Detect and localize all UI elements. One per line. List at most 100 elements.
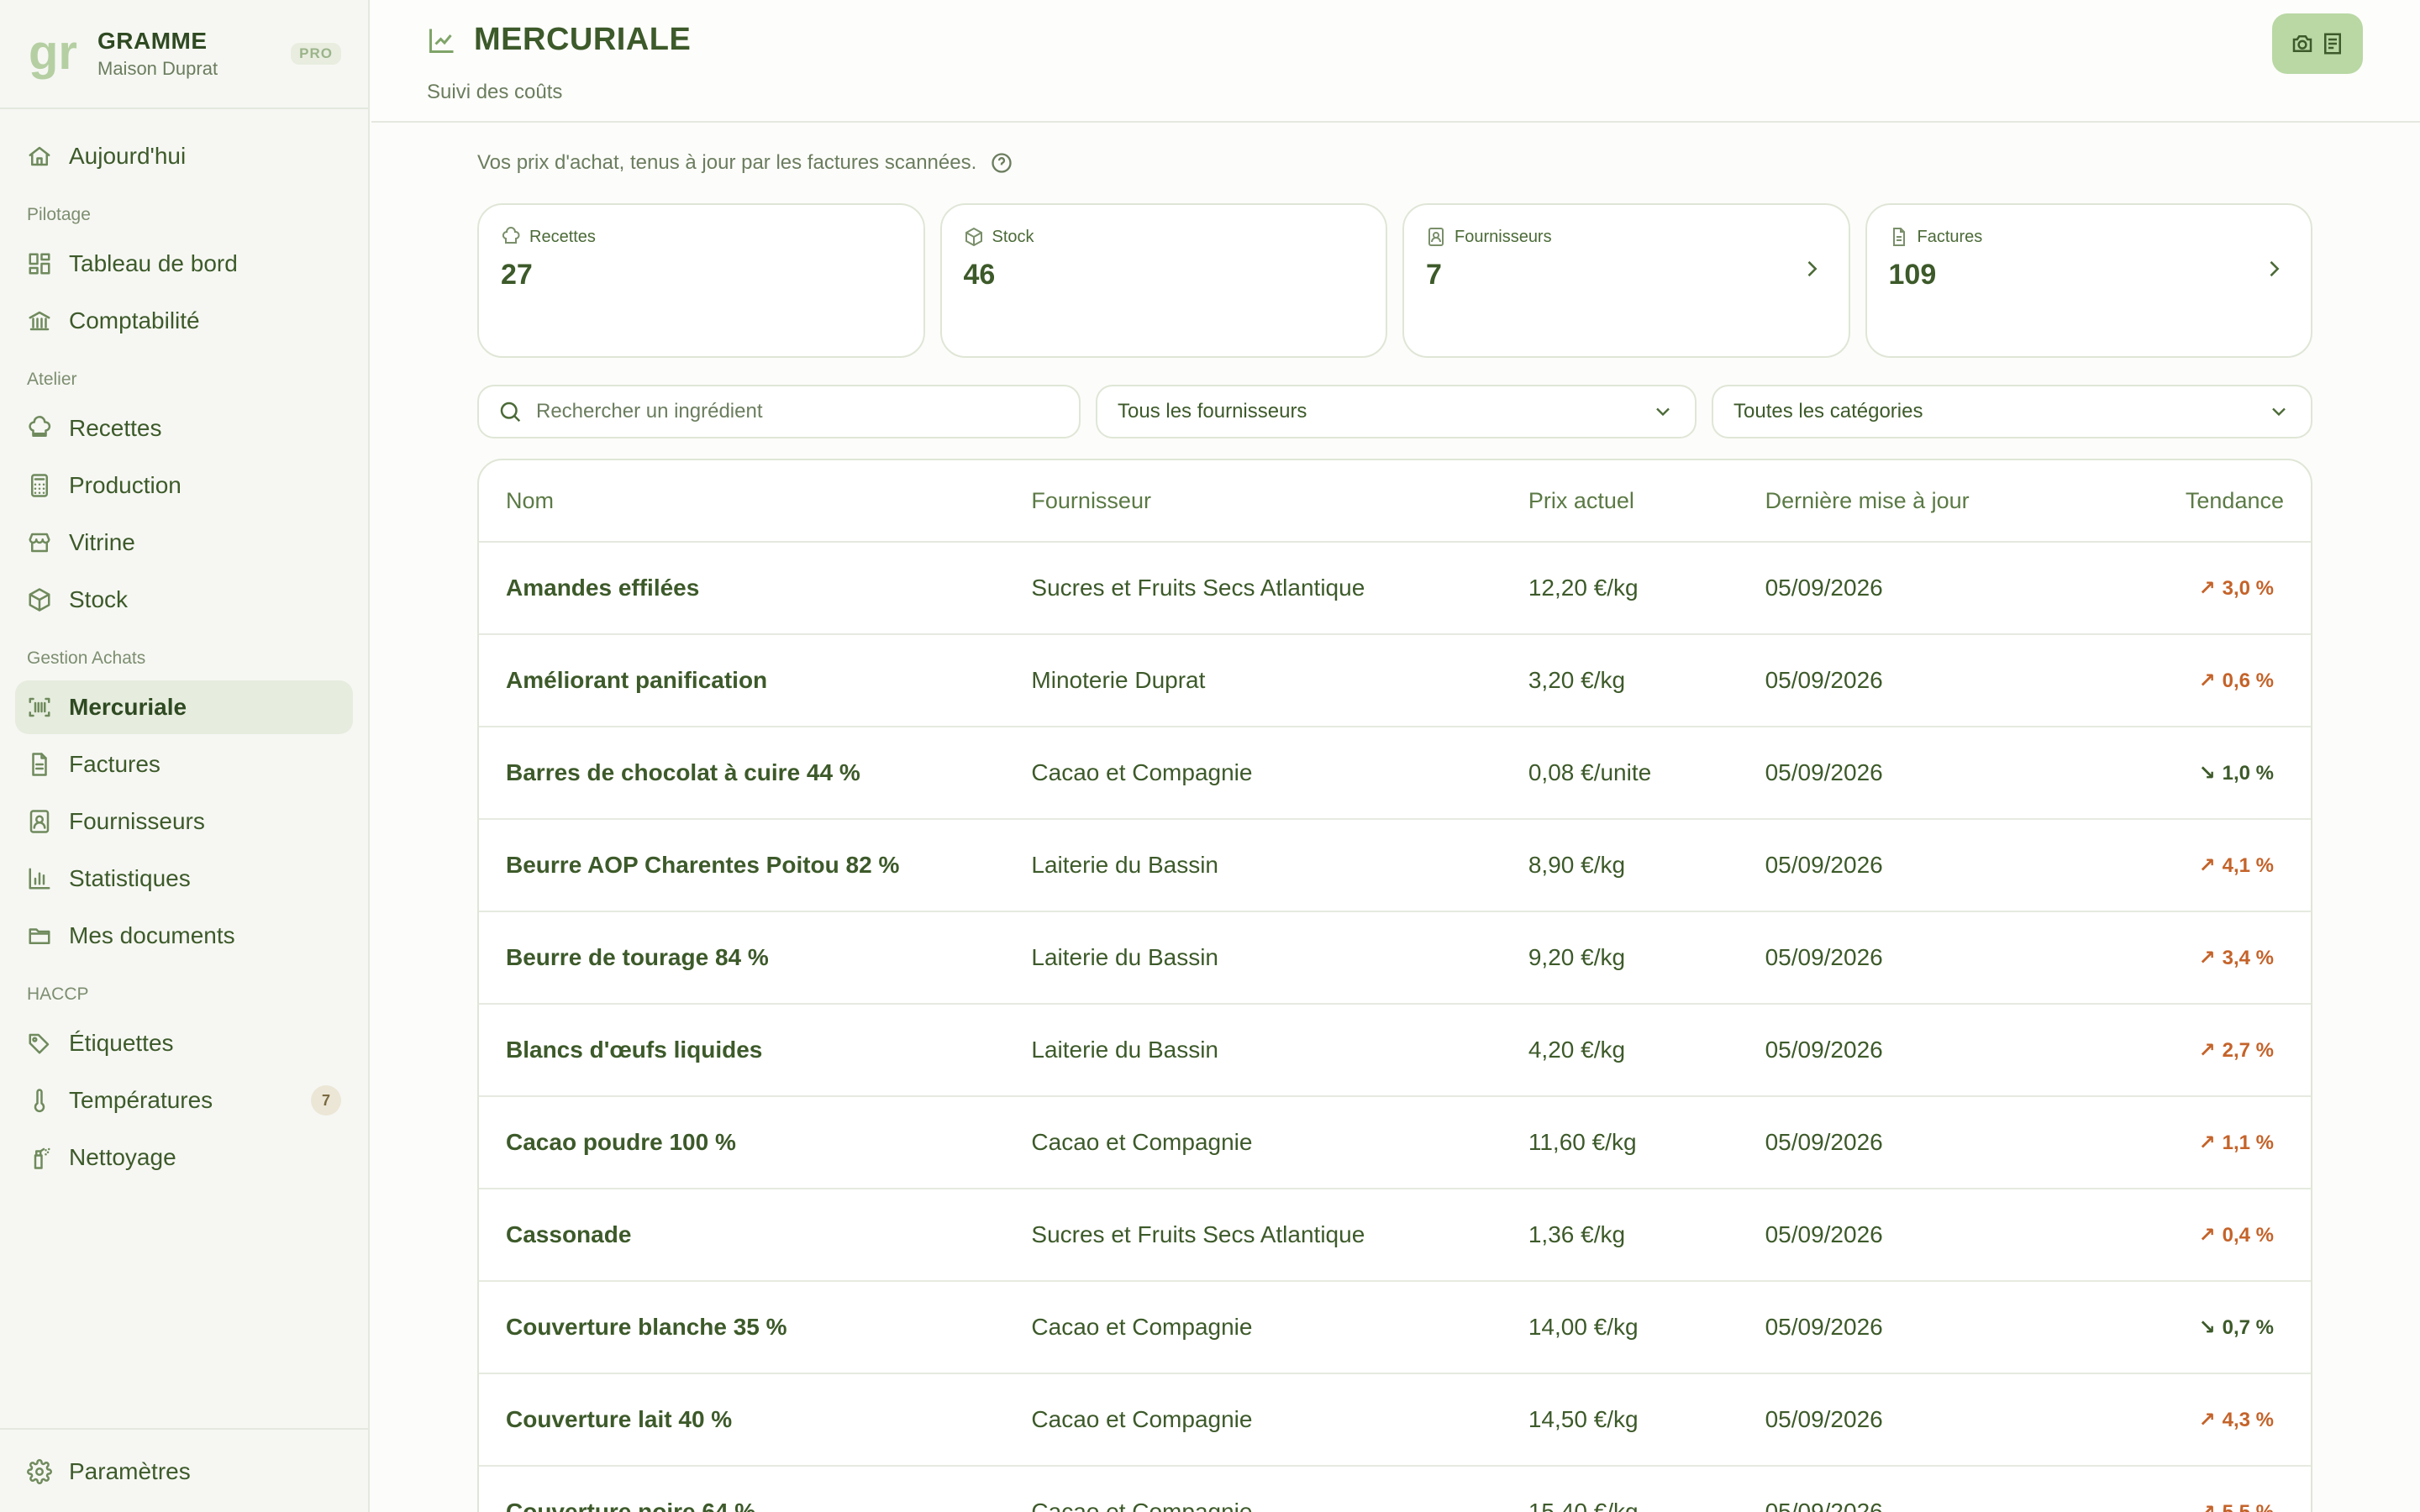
table-row[interactable]: Blancs d'œufs liquides Laiterie du Bassin… [479, 1005, 2311, 1097]
scan-invoice-button[interactable] [2272, 13, 2363, 74]
ingredient-name: Couverture noire 64 % [506, 1499, 756, 1512]
store-icon [29, 533, 50, 553]
column-header-price[interactable]: Prix actuel [1528, 488, 1765, 514]
nav-item-accounting[interactable]: Comptabilité [15, 294, 353, 348]
card-value: 109 [1888, 259, 1937, 291]
nav-label: Paramètres [69, 1458, 191, 1484]
bank-icon [29, 311, 50, 331]
nav-label: Factures [69, 751, 160, 777]
supplier-select[interactable]: Tous les fournisseurs [1096, 385, 1697, 438]
page-subtitle: Suivi des coûts [427, 81, 563, 103]
table-row[interactable]: Couverture noire 64 % Cacao et Compagnie 1… [479, 1467, 2311, 1512]
chevron-down-icon [1656, 407, 1670, 417]
table-row[interactable]: Barres de chocolat à cuire 44 % Cacao et … [479, 727, 2311, 820]
current-price: 14,00 €/kg [1528, 1314, 1639, 1340]
column-header-trend[interactable]: Tendance [2101, 488, 2311, 514]
nav-item-recipes[interactable]: Recettes [15, 402, 353, 455]
nav-item-showcase[interactable]: Vitrine [15, 516, 353, 570]
table-row[interactable]: Amandes effilées Sucres et Fruits Secs At… [479, 543, 2311, 635]
table-row[interactable]: Cacao poudre 100 % Cacao et Compagnie 11,6… [479, 1097, 2311, 1189]
spray-icon [34, 1147, 50, 1169]
table-row[interactable]: Beurre de tourage 84 % Laiterie du Bassin… [479, 912, 2311, 1005]
nav-item-cleaning[interactable]: Nettoyage [15, 1131, 353, 1184]
nav-item-statistics[interactable]: Statistiques [15, 852, 353, 906]
nav-label: Fournisseurs [69, 808, 205, 834]
supplier-name: Laiterie du Bassin [1031, 1037, 1218, 1063]
nav-item-today[interactable]: Aujourd'hui [15, 129, 353, 183]
nav-section-atelier: Atelier [27, 370, 77, 389]
current-price: 15,40 €/kg [1528, 1499, 1639, 1512]
nav-item-dashboard[interactable]: Tableau de bord [15, 237, 353, 291]
category-select[interactable]: Toutes les catégories [1712, 385, 2312, 438]
table-row[interactable]: Cassonade Sucres et Fruits Secs Atlantiqu… [479, 1189, 2311, 1282]
arrow-down-right-icon: ↘ [2198, 761, 2216, 785]
trend-cell: ↗ 4,1 % [2101, 853, 2311, 878]
trend-value: 3,0 % [2222, 576, 2274, 600]
nav-item-mercuriale[interactable]: Mercuriale [15, 680, 353, 734]
column-header-name[interactable]: Nom [479, 488, 1031, 514]
nav-item-temperatures[interactable]: Températures 7 [15, 1074, 353, 1127]
nav-section-haccp: HACCP [27, 984, 89, 1004]
plan-badge: PRO [291, 43, 341, 65]
nav-item-invoices[interactable]: Factures [15, 738, 353, 791]
nav-section-achats: Gestion Achats [27, 648, 146, 668]
help-icon[interactable] [990, 151, 1013, 175]
svg-text:gr: gr [29, 27, 77, 80]
table-row[interactable]: Beurre AOP Charentes Poitou 82 % Laiterie… [479, 820, 2311, 912]
nav-item-labels[interactable]: Étiquettes [15, 1016, 353, 1070]
nav-label: Étiquettes [69, 1030, 174, 1056]
table-row[interactable]: Couverture lait 40 % Cacao et Compagnie 14… [479, 1374, 2311, 1467]
column-header-supplier[interactable]: Fournisseur [1031, 488, 1528, 514]
nav-label: Tableau de bord [69, 250, 238, 276]
nav-item-production[interactable]: Production [15, 459, 353, 512]
nav-item-suppliers[interactable]: Fournisseurs [15, 795, 353, 848]
nav-item-settings[interactable]: Paramètres [15, 1445, 353, 1499]
brand-logo: gr [29, 27, 77, 80]
nav-label: Comptabilité [69, 307, 200, 333]
prices-table: Nom Fournisseur Prix actuel Dernière mis… [477, 459, 2312, 1512]
current-price: 11,60 €/kg [1528, 1129, 1637, 1155]
supplier-name: Sucres et Fruits Secs Atlantique [1031, 575, 1365, 601]
category-select-value: Toutes les catégories [1733, 400, 1923, 423]
trend-value: 5,5 % [2222, 1500, 2274, 1512]
nav-item-documents[interactable]: Mes documents [15, 909, 353, 963]
table-header: Nom Fournisseur Prix actuel Dernière mis… [479, 460, 2311, 543]
ingredient-name: Barres de chocolat à cuire 44 % [506, 759, 860, 785]
ingredient-name: Améliorant panification [506, 667, 768, 693]
current-price: 8,90 €/kg [1528, 852, 1626, 878]
card-stock[interactable]: Stock 46 [939, 203, 1387, 358]
dashboard-icon [29, 253, 50, 275]
last-update-date: 05/09/2026 [1765, 944, 1883, 970]
search-input[interactable] [536, 400, 1060, 423]
card-value: 46 [963, 259, 996, 291]
brand-name: GRAMME [97, 28, 208, 54]
document-icon [1892, 228, 1905, 246]
camera-icon [2292, 35, 2312, 52]
page-header: MERCURIALE Suivi des coûts [371, 0, 2420, 123]
nav-label: Mercuriale [69, 694, 187, 720]
sidebar-footer: Paramètres [0, 1428, 368, 1512]
nav-label: Nettoyage [69, 1144, 176, 1170]
thermometer-icon [34, 1089, 45, 1113]
column-header-date[interactable]: Dernière mise à jour [1765, 488, 2102, 514]
ingredient-name: Blancs d'œufs liquides [506, 1037, 763, 1063]
current-price: 1,36 €/kg [1528, 1221, 1626, 1247]
trend-value: 0,6 % [2222, 669, 2274, 692]
card-recipes[interactable]: Recettes 27 [477, 203, 925, 358]
temperatures-count-badge: 7 [311, 1085, 341, 1116]
trend-cell: ↗ 0,6 % [2101, 669, 2311, 693]
nav-label: Statistiques [69, 865, 191, 891]
search-box [477, 385, 1081, 438]
arrow-up-right-icon: ↗ [2198, 853, 2216, 877]
card-invoices[interactable]: Factures 109 [1865, 203, 2312, 358]
table-row[interactable]: Améliorant panification Minoterie Duprat 3… [479, 635, 2311, 727]
filter-bar: Tous les fournisseurs Toutes les catégor… [477, 385, 2312, 438]
card-label: Recettes [529, 227, 596, 246]
nav-item-stock[interactable]: Stock [15, 573, 353, 627]
table-row[interactable]: Couverture blanche 35 % Cacao et Compagni… [479, 1282, 2311, 1374]
ingredient-name: Couverture lait 40 % [506, 1406, 733, 1432]
card-suppliers[interactable]: Fournisseurs 7 [1402, 203, 1850, 358]
trend-cell: ↗ 2,7 % [2101, 1038, 2311, 1063]
ingredient-name: Beurre AOP Charentes Poitou 82 % [506, 852, 900, 878]
trend-value: 1,1 % [2222, 1131, 2274, 1154]
